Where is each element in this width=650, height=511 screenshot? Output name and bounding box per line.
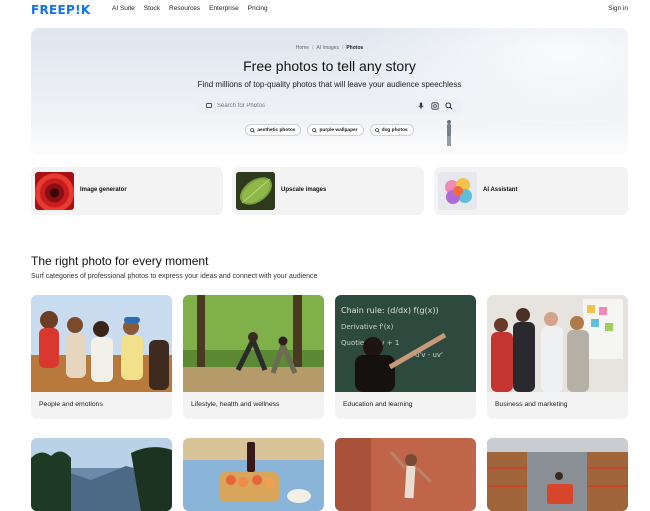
category-label: Education and learning [343,401,413,408]
breadcrumb-ai-images[interactable]: AI Images [316,45,339,51]
upscale-images-thumbnail [236,172,275,210]
search-icon [250,127,256,133]
svg-text:Chain rule: (d/dx) f(g(x)): Chain rule: (d/dx) f(g(x)) [341,306,439,315]
section-subtitle: Surf categories of professional photos t… [31,273,318,280]
nav-pricing[interactable]: Pricing [248,5,268,12]
category-card-food[interactable] [183,438,324,511]
search-input[interactable] [217,100,397,112]
ai-assistant-thumbnail [438,172,477,210]
category-label: People and emotions [39,401,103,408]
camera-search-icon[interactable] [431,102,439,110]
chip-label: aesthetic photos [257,127,296,133]
sign-in-link[interactable]: Sign in [608,5,628,12]
nav-enterprise[interactable]: Enterprise [209,5,239,12]
nav-ai-suite[interactable]: AI Suite [112,5,135,12]
tool-image-generator[interactable]: Image generator [31,167,223,215]
flower-illustration [438,172,477,210]
image-type-icon[interactable] [206,103,212,108]
svg-text:Derivative f'(x): Derivative f'(x) [341,323,394,331]
chip-label: dog photos [381,127,408,133]
education-photo: Chain rule: (d/dx) f(g(x)) Derivative f'… [335,295,476,392]
breadcrumb-current: Photos [346,45,364,51]
page-title: Free photos to tell any story [243,58,416,74]
microphone-icon[interactable] [417,102,425,110]
nav-stock[interactable]: Stock [144,5,160,12]
category-card-industry[interactable] [487,438,628,511]
category-card-nature[interactable] [31,438,172,511]
search-icon [312,127,318,133]
tool-label: Image generator [80,187,127,193]
category-card-fitness[interactable] [335,438,476,511]
fitness-photo [335,438,476,511]
category-card-education[interactable]: Chain rule: (d/dx) f(g(x)) Derivative f'… [335,295,476,419]
search-icon[interactable] [445,102,453,110]
tool-upscale-images[interactable]: Upscale images [232,167,424,215]
chip-dog-photos[interactable]: dog photos [369,124,414,136]
nature-photo [31,438,172,511]
industry-photo [487,438,628,511]
top-nav: FREEP!K AI Suite Stock Resources Enterpr… [0,0,650,20]
chip-purple-wallpaper[interactable]: purple wallpaper [307,124,364,136]
search-bar [197,98,463,114]
breadcrumb-home[interactable]: Home [296,45,309,51]
image-generator-thumbnail [35,172,74,210]
chip-label: purple wallpaper [319,127,358,133]
category-label: Business and marketing [495,401,568,408]
section-title: The right photo for every moment [31,254,209,268]
suggestion-chips: aesthetic photos purple wallpaper dog ph… [31,124,628,136]
category-card-business[interactable]: Business and marketing [487,295,628,419]
nav-links: AI Suite Stock Resources Enterprise Pric… [112,5,268,12]
category-card-lifestyle[interactable]: Lifestyle, health and wellness [183,295,324,419]
food-photo [183,438,324,511]
hero-banner: Home / AI Images / Photos Free photos to tel… [31,28,628,154]
category-card-people[interactable]: People and emotions [31,295,172,419]
freepik-logo[interactable]: FREEP!K [31,3,91,17]
category-label: Lifestyle, health and wellness [191,401,280,408]
leaf-illustration [236,172,275,210]
business-photo [487,295,628,392]
breadcrumb: Home / AI Images / Photos [295,45,364,51]
tool-label: AI Assistant [483,187,518,193]
nav-resources[interactable]: Resources [169,5,200,12]
page-subtitle: Find millions of top-quality photos that… [197,80,462,89]
chip-aesthetic-photos[interactable]: aesthetic photos [245,124,302,136]
lifestyle-photo [183,295,324,392]
people-photo [31,295,172,392]
tool-label: Upscale images [281,187,327,193]
tool-ai-assistant[interactable]: AI Assistant [434,167,628,215]
search-icon [374,127,380,133]
